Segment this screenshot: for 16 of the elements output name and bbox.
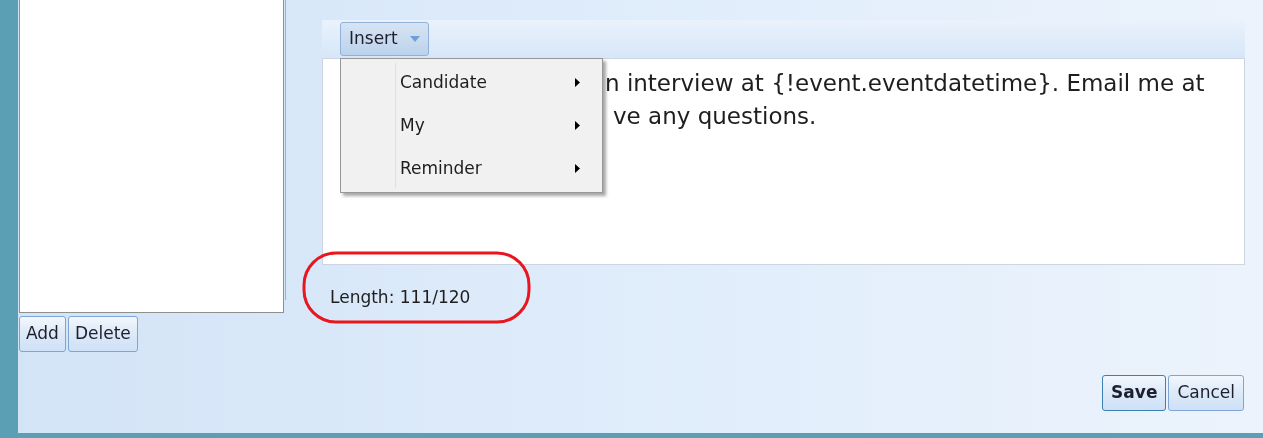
length-counter: Length: 111/120 (330, 286, 471, 309)
menu-item[interactable]: My (341, 104, 602, 147)
submenu-arrow-icon (575, 78, 580, 87)
menu-item[interactable]: Candidate (341, 61, 602, 104)
insert-dropdown-button[interactable]: Insert (340, 22, 429, 56)
submenu-arrow-icon (575, 121, 580, 130)
delete-button[interactable]: Delete (67, 316, 138, 352)
caret-icon (409, 36, 420, 42)
message-text: n interview at {!event.eventdatetime}. Email me at (605, 69, 1205, 98)
add-button[interactable]: Add (19, 316, 66, 352)
cancel-button[interactable]: Cancel (1168, 375, 1244, 411)
menu-item[interactable]: Reminder (341, 147, 602, 190)
submenu-arrow-icon (575, 164, 580, 173)
list-box[interactable] (19, 0, 284, 313)
message-text: ve any questions. (613, 102, 817, 132)
save-button[interactable]: Save (1102, 375, 1167, 411)
